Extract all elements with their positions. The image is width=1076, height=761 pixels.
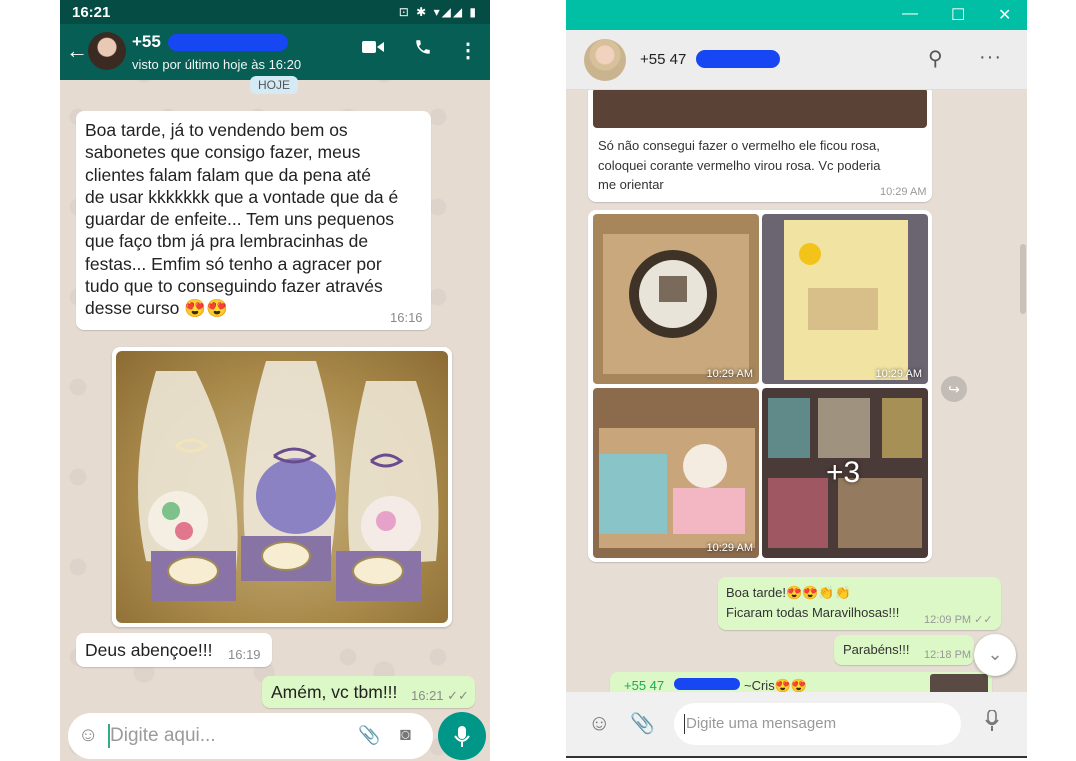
outgoing-message-bubble[interactable]: Boa tarde!😍😍👏👏 Ficaram todas Maravilhosa… (718, 577, 1001, 630)
contact-avatar[interactable] (88, 32, 126, 70)
attach-icon[interactable]: 📎 (630, 711, 655, 736)
photo-tile[interactable]: 10:29 AM (593, 388, 759, 558)
message-composer[interactable]: ☺ Digite aqui... 📎 ◙ (68, 713, 433, 759)
camera-icon[interactable]: ◙ (400, 724, 411, 745)
android-whatsapp-screenshot: 16:21 ⊡ ✱ ▾◢◢ ▮ ← +55 visto por último h… (60, 0, 490, 761)
contact-avatar[interactable] (584, 39, 626, 81)
search-icon[interactable]: ⚲ (928, 46, 943, 71)
photo-time: 10:29 AM (706, 542, 753, 554)
quoted-thumbnail (930, 674, 988, 692)
emoji-icon[interactable]: ☺ (78, 724, 98, 747)
incoming-message-bubble[interactable]: Boa tarde, já to vendendo bem os sabonet… (76, 111, 431, 330)
image-preview (593, 90, 927, 128)
composer-bar: ☺ 📎 Digite uma mensagem (566, 692, 1027, 756)
minimize-icon[interactable]: — (902, 5, 918, 23)
date-chip: HOJE (250, 76, 299, 94)
scroll-down-icon[interactable]: ⌄ (974, 634, 1016, 676)
mic-icon[interactable] (985, 709, 999, 738)
overflow-menu-icon[interactable]: ⋮ (458, 38, 478, 63)
quoted-tail: ~Cris😍😍 (744, 678, 808, 692)
text-caret (684, 714, 685, 734)
message-text: Amém, vc tbm!!! (271, 682, 398, 702)
message-input[interactable]: Digite aqui... (110, 725, 216, 747)
photo-time: 10:29 AM (706, 368, 753, 380)
message-time: 12:18 PM (924, 649, 972, 661)
status-bar: 16:21 ⊡ ✱ ▾◢◢ ▮ (60, 0, 490, 24)
message-time: 16:21 ✓✓ (411, 688, 469, 703)
incoming-image-caption-bubble[interactable]: Só não consegui fazer o vermelho ele fic… (588, 90, 932, 202)
chat-app-bar: ← +55 visto por último hoje às 16:20 ⋮ (60, 24, 490, 80)
mic-button[interactable] (438, 712, 486, 760)
last-seen-status: visto por último hoje às 16:20 (132, 57, 302, 72)
more-options-icon[interactable]: ··· (979, 46, 1002, 69)
partial-message-bubble[interactable]: +55 47 ~Cris😍😍 (610, 672, 992, 692)
maximize-icon[interactable]: ☐ (951, 5, 965, 25)
image-message[interactable] (112, 347, 452, 627)
close-icon[interactable]: ✕ (998, 5, 1011, 25)
quoted-sender: +55 47 (624, 678, 665, 692)
back-arrow-icon[interactable]: ← (66, 38, 88, 64)
photo-tile[interactable]: 10:29 AM (593, 214, 759, 384)
voice-call-icon[interactable] (414, 38, 432, 62)
incoming-message-bubble[interactable]: Deus abençoe!!! 16:19 (76, 633, 272, 667)
chat-history[interactable]: Só não consegui fazer o vermelho ele fic… (566, 90, 1027, 692)
forward-icon[interactable]: ↪ (941, 376, 967, 402)
message-text: Parabéns!!! (843, 642, 910, 657)
message-text: Boa tarde, já to vendendo bem os sabonet… (85, 120, 399, 319)
message-time: 12:09 PM ✓✓ (924, 614, 993, 626)
outgoing-message-bubble[interactable]: Amém, vc tbm!!! 16:21 ✓✓ (262, 676, 475, 708)
message-text: Boa tarde!😍😍👏👏 Ficaram todas Maravilhosa… (726, 585, 900, 620)
redaction-mark (696, 50, 780, 68)
redaction-mark (674, 678, 740, 690)
message-time: 16:19 (228, 647, 261, 662)
message-text: Só não consegui fazer o vermelho ele fic… (598, 138, 881, 192)
window-title-bar: — ☐ ✕ (566, 0, 1027, 30)
message-text: Deus abençoe!!! (85, 640, 213, 660)
contact-name[interactable]: +55 (132, 32, 161, 52)
message-time: 10:29 AM (880, 186, 927, 198)
message-time: 16:16 (390, 310, 423, 325)
emoji-icon[interactable]: ☺ (588, 710, 610, 736)
photo-time: 10:29 AM (875, 368, 922, 380)
redaction-mark (168, 34, 288, 51)
photo-tile[interactable]: 10:29 AM (762, 214, 928, 384)
status-icons: ⊡ ✱ ▾◢◢ ▮ (398, 5, 478, 19)
desktop-whatsapp-window: — ☐ ✕ +55 47 ⚲ ··· Só não consegui fazer… (566, 0, 1027, 758)
message-input-placeholder: Digite uma mensagem (686, 715, 837, 732)
photo-tile[interactable]: +3 (762, 388, 928, 558)
chat-header: +55 47 ⚲ ··· (566, 30, 1027, 90)
outgoing-message-bubble[interactable]: Parabéns!!! 12:18 PM (834, 635, 974, 665)
more-photos-count: +3 (826, 456, 861, 489)
soap-gift-photo (116, 351, 448, 623)
video-call-icon[interactable] (362, 38, 384, 61)
message-input[interactable]: Digite uma mensagem (674, 703, 961, 745)
photo-album-bubble[interactable]: 10:29 AM 10:29 AM 10:29 AM +3 (588, 210, 932, 562)
scrollbar[interactable] (1020, 244, 1026, 314)
status-time: 16:21 (72, 4, 111, 21)
attach-icon[interactable]: 📎 (358, 725, 380, 746)
contact-name[interactable]: +55 47 (640, 51, 686, 68)
